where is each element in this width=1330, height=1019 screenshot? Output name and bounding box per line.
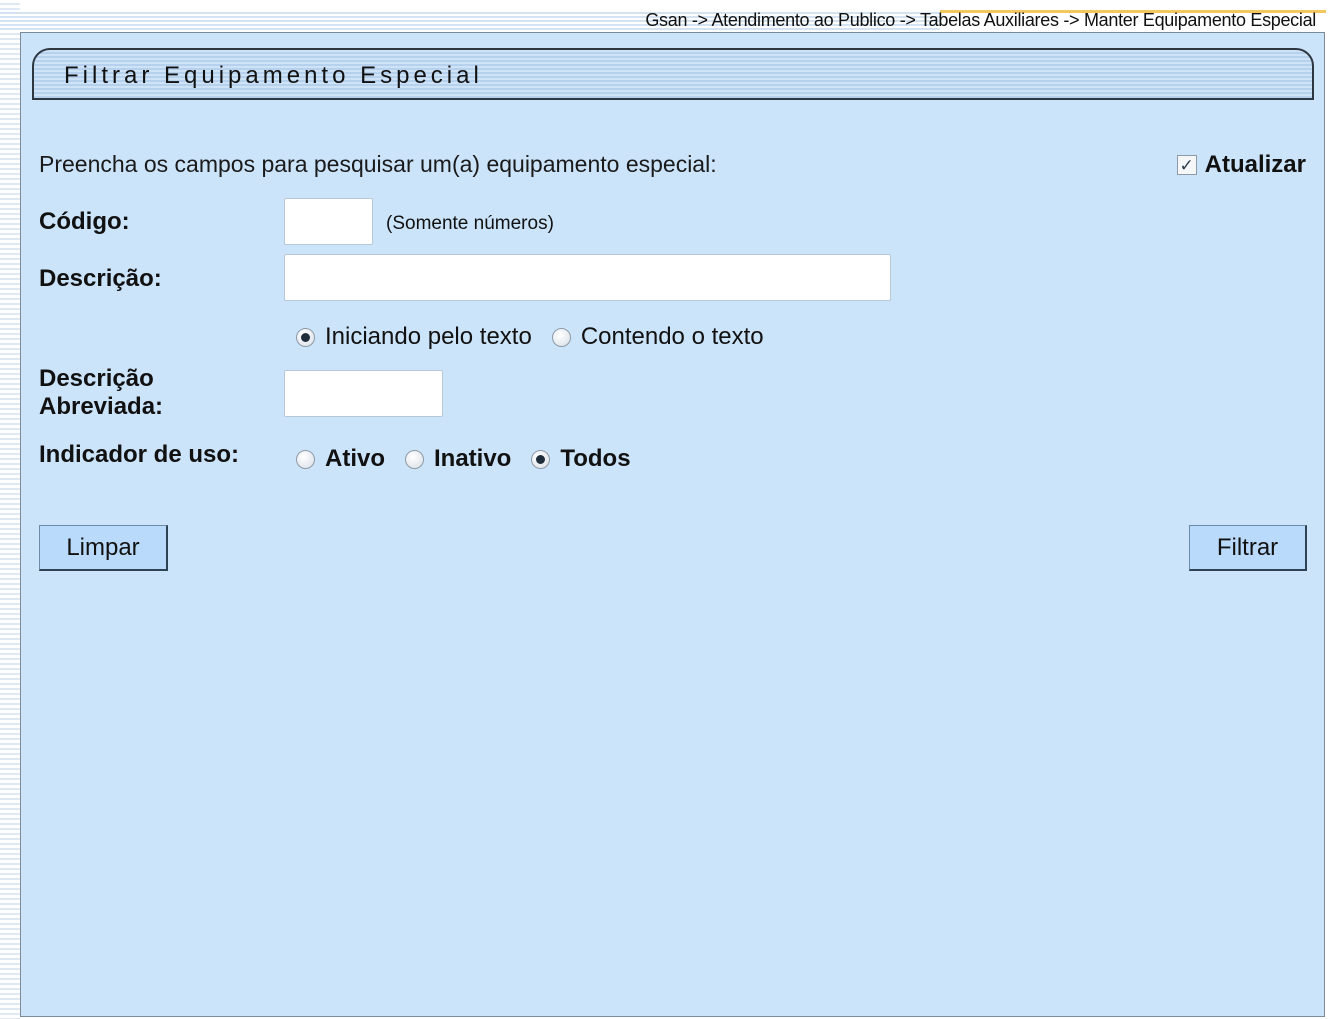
codigo-label: Código: <box>39 208 130 235</box>
panel-header: Filtrar Equipamento Especial <box>32 48 1314 100</box>
descricao-match-options: Iniciando pelo texto Contendo o texto <box>296 323 784 351</box>
intro-text: Preencha os campos para pesquisar um(a) … <box>39 151 717 177</box>
iniciando-label: Iniciando pelo texto <box>325 323 532 350</box>
page-title: Filtrar Equipamento Especial <box>64 62 483 89</box>
contendo-label: Contendo o texto <box>580 323 764 350</box>
descricao-abreviada-label-line2: Abreviada: <box>39 393 164 420</box>
atualizar-checkbox[interactable]: ✓ <box>1176 155 1197 175</box>
contendo-radio[interactable] <box>551 327 571 347</box>
descricao-abreviada-label: Descrição Abreviada: <box>39 365 163 421</box>
left-stripe-decoration <box>0 0 20 1019</box>
atualizar-label: Atualizar <box>1204 151 1306 178</box>
indicador-uso-options: Ativo Inativo Todos <box>296 445 651 473</box>
inativo-label: Inativo <box>434 445 512 472</box>
codigo-input[interactable] <box>284 198 373 245</box>
descricao-abreviada-input[interactable] <box>284 370 443 417</box>
todos-label: Todos <box>560 445 631 472</box>
ativo-radio[interactable] <box>296 449 315 469</box>
descricao-input[interactable] <box>284 254 891 301</box>
filter-panel: Filtrar Equipamento Especial Preencha os… <box>20 32 1325 1017</box>
atualizar-option[interactable]: ✓ Atualizar <box>1176 151 1306 179</box>
descricao-abreviada-label-line1: Descrição <box>39 365 154 392</box>
iniciando-radio[interactable] <box>296 327 315 347</box>
descricao-label: Descrição: <box>39 265 162 292</box>
inativo-radio[interactable] <box>405 449 424 469</box>
limpar-button[interactable]: Limpar <box>39 525 168 571</box>
todos-radio[interactable] <box>531 449 551 469</box>
ativo-label: Ativo <box>325 445 385 472</box>
filtrar-button[interactable]: Filtrar <box>1189 525 1307 571</box>
indicador-uso-label: Indicador de uso: <box>39 441 240 468</box>
breadcrumb: Gsan -> Atendimento ao Publico -> Tabela… <box>645 10 1316 30</box>
codigo-hint: (Somente números) <box>386 213 554 234</box>
